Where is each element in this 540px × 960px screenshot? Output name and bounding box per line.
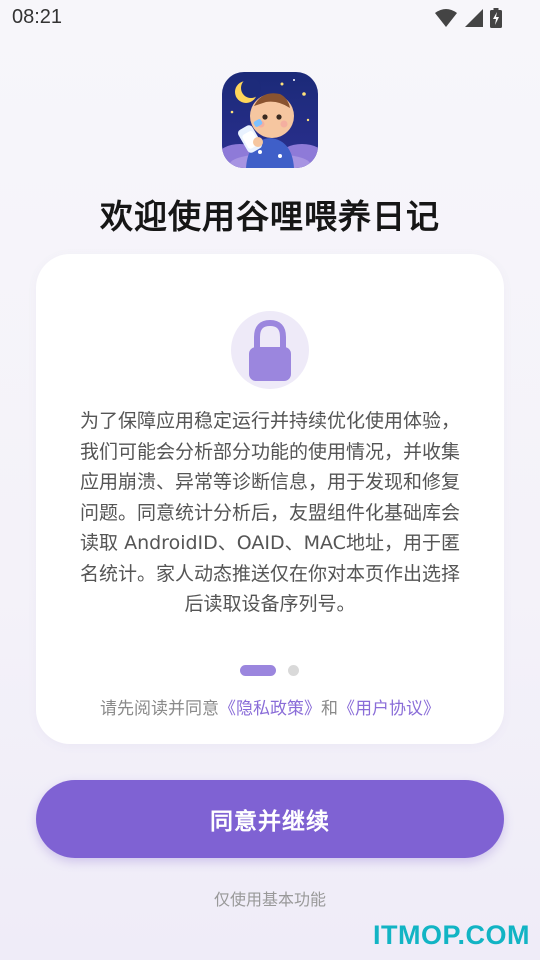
watermark-logo: ITMOP.COM [372, 920, 530, 950]
status-bar: 08:21 [0, 0, 540, 36]
page-title: 欢迎使用谷哩喂养日记 [100, 197, 440, 236]
page-indicator [240, 665, 299, 676]
agreement-prefix: 请先阅读并同意 [100, 699, 219, 719]
cellular-signal-icon [464, 8, 484, 32]
basic-function-only-link[interactable]: 仅使用基本功能 [0, 886, 540, 910]
page-dot [288, 665, 299, 676]
app-icon [222, 72, 318, 168]
user-agreement-link[interactable]: 《用户协议》 [338, 699, 440, 719]
battery-charging-icon [490, 8, 502, 32]
page-dot-active [240, 665, 276, 676]
consent-card: 为了保障应用稳定运行并持续优化使用体验，我们可能会分析部分功能的使用情况，并收集… [36, 254, 504, 744]
consent-description: 为了保障应用稳定运行并持续优化使用体验，我们可能会分析部分功能的使用情况，并收集… [79, 410, 460, 615]
status-icons [434, 8, 502, 32]
agreement-text: 请先阅读并同意《隐私政策》和《用户协议》 [36, 694, 504, 719]
privacy-policy-link[interactable]: 《隐私政策》 [219, 699, 321, 719]
lock-icon-badge [231, 311, 309, 389]
agreement-conjunction: 和 [321, 699, 338, 719]
agree-continue-button[interactable]: 同意并继续 [36, 780, 504, 858]
wifi-icon [434, 8, 458, 32]
status-time: 08:21 [12, 6, 63, 28]
